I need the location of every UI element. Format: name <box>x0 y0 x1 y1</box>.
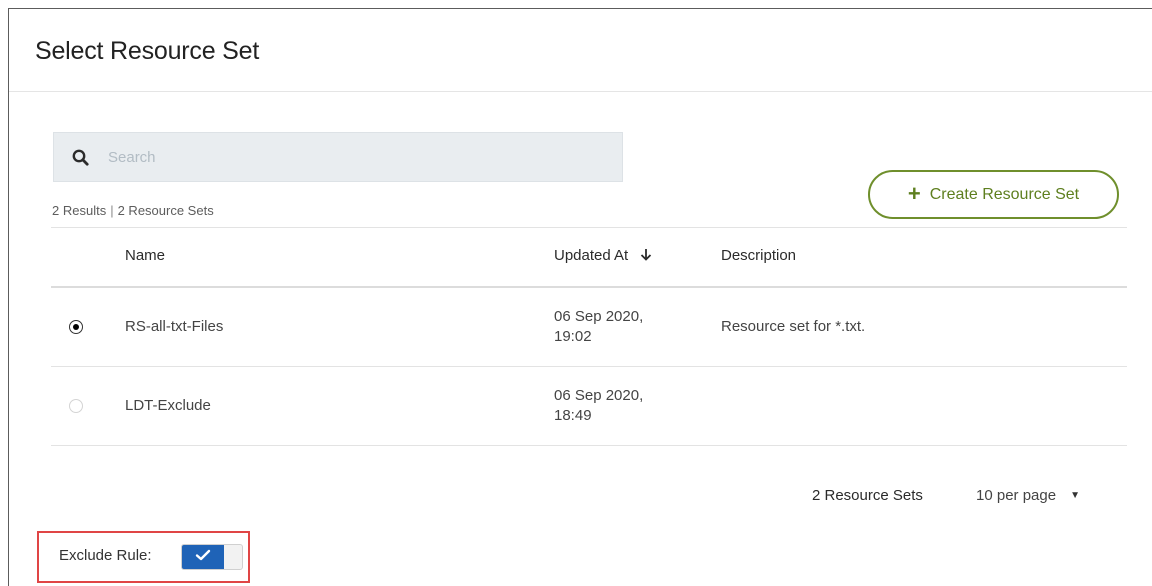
caret-down-icon: ▼ <box>1070 490 1080 501</box>
row-name: LDT-Exclude <box>125 397 211 414</box>
search-icon <box>54 149 104 166</box>
table-row[interactable]: RS-all-txt-Files 06 Sep 2020, 19:02 Reso… <box>51 288 1127 366</box>
row-updated-at: 06 Sep 2020, 18:49 <box>554 386 684 426</box>
table-bottom-divider <box>51 445 1127 446</box>
pagination-total: 2 Resource Sets <box>812 487 923 504</box>
table-row[interactable]: LDT-Exclude 06 Sep 2020, 18:49 <box>51 367 1127 445</box>
row-updated-date: 06 Sep 2020, <box>554 308 644 325</box>
table-top-divider <box>51 227 1127 228</box>
search-input[interactable] <box>108 148 588 166</box>
column-header-updated-at-label: Updated At <box>554 247 629 264</box>
row-description: Resource set for *.txt. <box>721 318 866 335</box>
plus-icon: + <box>907 180 921 206</box>
per-page-label: 10 per page <box>976 487 1057 504</box>
per-page-select[interactable]: 10 per page ▼ <box>976 487 1080 504</box>
row-updated-at: 06 Sep 2020, 19:02 <box>554 307 684 347</box>
exclude-rule-highlight: Exclude Rule: <box>37 531 250 583</box>
arrow-down-icon <box>636 247 652 264</box>
row-updated-date: 06 Sep 2020, <box>554 387 644 404</box>
row-updated-time: 18:49 <box>554 407 592 424</box>
column-header-updated-at[interactable]: Updated At <box>554 247 652 264</box>
column-header-description-label: Description <box>721 247 797 264</box>
create-resource-set-label: Create Resource Set <box>929 185 1080 203</box>
column-header-description[interactable]: Description <box>721 247 796 264</box>
results-count: 2 Results <box>52 203 107 218</box>
resource-set-dialog: Select Resource Set 2 Results|2 Resource… <box>8 8 1152 586</box>
page-title: Select Resource Set <box>35 37 260 65</box>
search-box[interactable] <box>53 132 623 182</box>
toggle-on-track <box>182 545 224 569</box>
results-summary: 2 Results | 2 Resource Sets <box>52 203 214 218</box>
checkmark-icon <box>195 548 211 566</box>
resource-sets-count: 2 Resource Sets <box>117 203 214 218</box>
column-header-name-label: Name <box>125 247 166 264</box>
create-resource-set-button[interactable]: + Create Resource Set <box>868 170 1119 219</box>
row-name: RS-all-txt-Files <box>125 318 224 335</box>
row-updated-time: 19:02 <box>554 328 592 345</box>
results-separator: | <box>110 203 114 218</box>
row-select-radio[interactable] <box>69 320 83 334</box>
exclude-rule-label: Exclude Rule: <box>59 547 152 564</box>
exclude-rule-toggle[interactable] <box>181 544 243 570</box>
column-header-name[interactable]: Name <box>125 247 165 264</box>
title-divider <box>9 91 1152 92</box>
row-select-radio[interactable] <box>69 399 83 413</box>
